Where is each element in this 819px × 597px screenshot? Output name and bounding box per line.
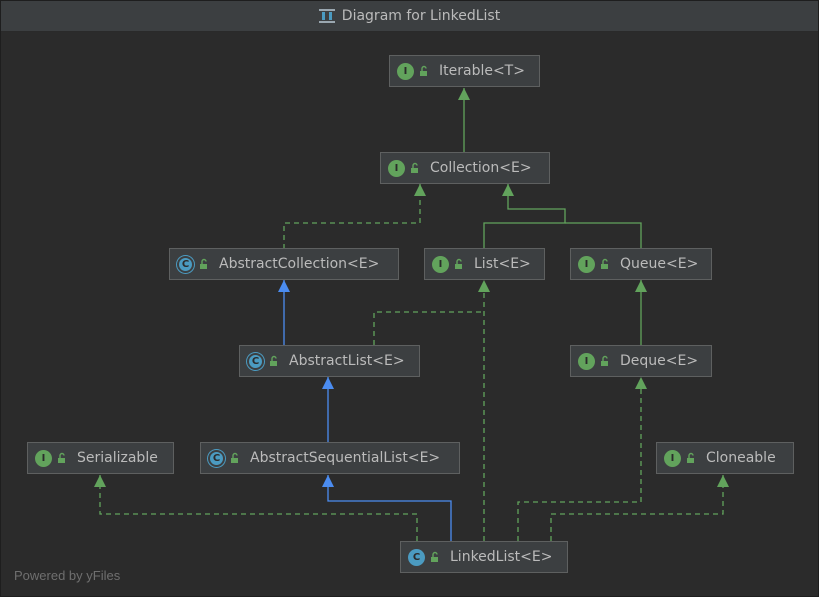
arrow-collection-right [502,184,514,196]
edge-linkedlist-abstractsequentiallist [327,475,452,541]
interface-icon: I [35,449,52,467]
public-lock-icon [599,355,611,367]
node-label: Deque<E> [620,353,699,369]
edge-queue-collection [565,222,642,249]
node-abstract-list[interactable]: C AbstractList<E> [239,345,420,377]
node-iterable[interactable]: I Iterable<T> [389,55,540,87]
public-lock-icon [56,452,68,464]
arrow-abstractlist [322,377,334,389]
node-collection[interactable]: I Collection<E> [380,152,550,184]
diagram-canvas[interactable]: I Iterable<T> I Collection<E> C Abstract… [1,32,818,596]
edge-linkedlist-deque [517,377,642,541]
arrow-queue [635,280,647,292]
node-label: AbstractCollection<E> [219,256,380,272]
edge-list-collection [483,184,566,249]
title-bar: Diagram for LinkedList [1,1,818,32]
node-queue[interactable]: I Queue<E> [570,248,712,280]
public-lock-icon [685,452,697,464]
arrow-iterable [458,88,470,100]
interface-icon: I [432,255,449,273]
public-lock-icon [229,452,241,464]
edge-linkedlist-cloneable [550,475,724,541]
interface-icon: I [397,62,414,80]
abstract-class-icon: C [208,449,225,467]
node-abstract-sequential-list[interactable]: C AbstractSequentialList<E> [200,442,460,474]
public-lock-icon [409,162,421,174]
node-cloneable[interactable]: I Cloneable [656,442,794,474]
powered-by-label: Powered by yFiles [14,568,121,583]
node-deque[interactable]: I Deque<E> [570,345,712,377]
diagram-window: Diagram for LinkedList I Iterable<T> I C… [0,0,819,597]
node-label: AbstractList<E> [289,353,405,369]
arrow-abstractsequentiallist [322,475,334,487]
node-serializable[interactable]: I Serializable [27,442,174,474]
edge-abstractcollection-collection [283,184,421,249]
interface-icon: I [578,255,595,273]
interface-icon: I [664,449,681,467]
node-label: Queue<E> [620,256,699,272]
arrow-collection-left [414,184,426,196]
arrow-serializable [94,475,106,487]
public-lock-icon [418,65,430,77]
arrow-list [478,280,490,292]
public-lock-icon [268,355,280,367]
node-label: Iterable<T> [439,63,525,79]
class-icon: C [408,548,425,566]
interface-icon: I [578,352,595,370]
abstract-class-icon: C [247,352,264,370]
node-abstract-collection[interactable]: C AbstractCollection<E> [169,248,399,280]
node-label: Collection<E> [430,160,532,176]
node-label: Cloneable [706,450,776,466]
edge-linkedlist-serializable [99,475,418,541]
node-label: LinkedList<E> [450,549,553,565]
edge-abstractlist-list [373,311,484,345]
node-list[interactable]: I List<E> [424,248,545,280]
interface-icon: I [388,159,405,177]
arrow-deque [635,377,647,389]
arrow-cloneable [717,475,729,487]
node-label: AbstractSequentialList<E> [250,450,441,466]
node-linked-list[interactable]: C LinkedList<E> [400,541,568,573]
abstract-class-icon: C [177,255,194,273]
window-title: Diagram for LinkedList [341,8,501,24]
public-lock-icon [453,258,465,270]
public-lock-icon [599,258,611,270]
edges-layer [94,88,729,541]
node-label: Serializable [77,450,158,466]
public-lock-icon [198,258,210,270]
diagram-icon [318,9,335,23]
public-lock-icon [429,551,441,563]
arrow-abstractcollection [278,280,290,292]
node-label: List<E> [474,256,531,272]
